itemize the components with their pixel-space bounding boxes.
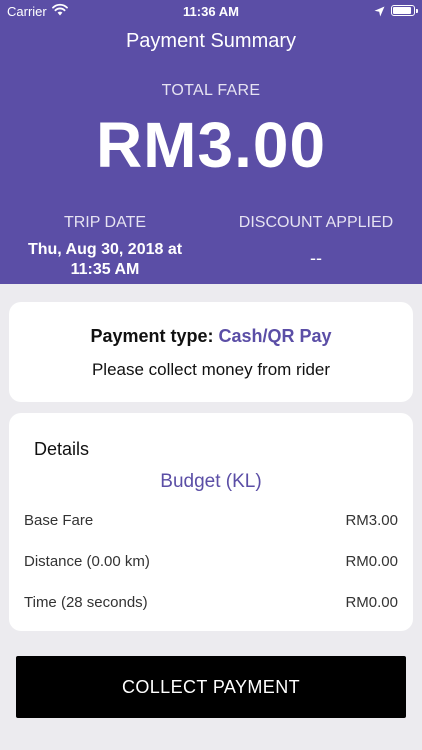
summary-header: Carrier 11:36 AM Payment Summary TOTAL F… (0, 0, 422, 284)
fare-row-base: Base Fare RM3.00 (24, 512, 398, 532)
discount-label: DISCOUNT APPLIED (238, 214, 394, 231)
fare-row-time: Time (28 seconds) RM0.00 (24, 594, 398, 614)
fare-row-label: Base Fare (24, 512, 94, 529)
fare-row-value: RM0.00 (345, 553, 398, 570)
trip-date-line1: Thu, Aug 30, 2018 at (27, 241, 183, 258)
status-bar: Carrier 11:36 AM (0, 0, 422, 22)
fare-row-label: Time (28 seconds) (24, 594, 148, 611)
trip-date-label: TRIP DATE (63, 214, 147, 231)
fare-row-value: RM0.00 (345, 594, 398, 611)
page-title: Payment Summary (125, 30, 297, 52)
fare-details-card: Details Budget (KL) Base Fare RM3.00 Dis… (9, 413, 413, 631)
payment-type-card: Payment type: Cash/QR Pay Please collect… (9, 302, 413, 402)
payment-type: Payment type: Cash/QR Pay (9, 326, 413, 347)
fare-row-value: RM3.00 (345, 512, 398, 529)
collect-payment-button[interactable]: COLLECT PAYMENT (16, 656, 406, 718)
fare-row-distance: Distance (0.00 km) RM0.00 (24, 553, 398, 573)
trip-date-value: Thu, Aug 30, 2018 at 11:35 AM (0, 240, 210, 280)
trip-date-section: TRIP DATE Thu, Aug 30, 2018 at 11:35 AM (0, 214, 210, 280)
trip-date-line2: 11:35 AM (70, 261, 140, 278)
location-arrow-icon (374, 5, 385, 20)
total-fare-amount: RM3.00 (95, 109, 327, 181)
payment-type-label: Payment type: (90, 326, 214, 346)
battery-icon (391, 5, 418, 16)
collect-message: Please collect money from rider (91, 360, 331, 379)
package-name: Budget (KL) (160, 471, 262, 492)
status-time: 11:36 AM (183, 4, 239, 19)
fare-row-label: Distance (0.00 km) (24, 553, 150, 570)
details-heading: Details (34, 439, 90, 459)
total-fare-label: TOTAL FARE (161, 82, 261, 99)
discount-value: -- (310, 248, 322, 268)
payment-type-value: Cash/QR Pay (218, 326, 332, 346)
discount-section: DISCOUNT APPLIED -- (211, 214, 421, 268)
